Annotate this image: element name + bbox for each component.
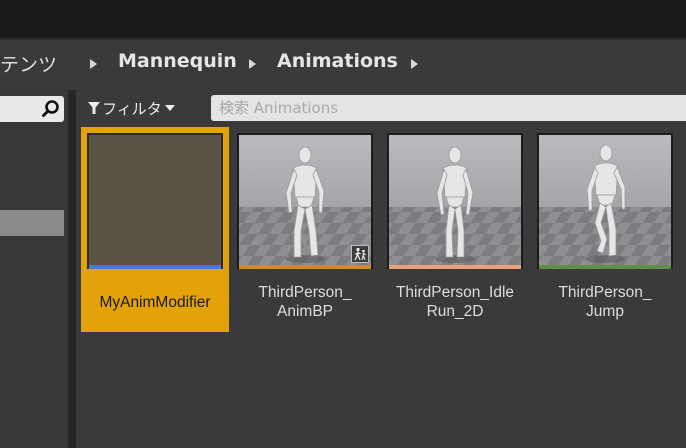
title-bar <box>0 0 686 38</box>
asset-thumbnail <box>89 135 221 267</box>
asset-thumbnail <box>539 135 671 267</box>
chevron-down-icon <box>164 105 175 111</box>
asset-label: MyAnimModifier <box>99 294 211 311</box>
filter-label: フィルタ <box>102 99 162 118</box>
asset-type-color-bar <box>89 265 221 269</box>
breadcrumb-arrow-icon[interactable] <box>249 59 256 69</box>
search-icon[interactable] <box>41 99 61 119</box>
breadcrumb-item-content[interactable]: テンツ <box>0 50 57 77</box>
folder-search-input[interactable] <box>0 96 64 122</box>
folder-tree-panel <box>0 90 68 448</box>
animation-blueprint-badge-icon <box>351 245 369 263</box>
asset-thumbnail <box>389 135 521 267</box>
asset-label: ThirdPerson_ AnimBP <box>258 284 352 320</box>
asset-label: ThirdPerson_ Jump <box>558 284 652 320</box>
asset-search-input[interactable] <box>211 95 686 121</box>
asset-tile-myanimmodifier[interactable]: MyAnimModifier <box>81 127 229 332</box>
asset-search-box[interactable] <box>211 95 686 121</box>
asset-tile-thirdperson-idlerun-2d[interactable]: ThirdPerson_Idle Run_2D <box>381 127 529 332</box>
filter-icon <box>88 102 100 114</box>
mannequin-thumbnail <box>389 135 521 267</box>
asset-tile-thirdperson-jump[interactable]: ThirdPerson_ Jump <box>531 127 679 332</box>
breadcrumb-item-mannequin[interactable]: Mannequin <box>118 50 237 72</box>
asset-type-color-bar <box>239 265 371 269</box>
folder-tree-selected-item[interactable] <box>0 210 64 236</box>
breadcrumb-item-animations[interactable]: Animations <box>277 50 398 72</box>
asset-type-color-bar <box>539 265 671 269</box>
breadcrumb-arrow-icon[interactable] <box>411 59 418 69</box>
asset-type-color-bar <box>389 265 521 269</box>
breadcrumb-arrow-icon[interactable] <box>90 59 97 69</box>
mannequin-thumbnail <box>539 135 671 267</box>
asset-tile-thirdperson-animbp[interactable]: ThirdPerson_ AnimBP <box>231 127 379 332</box>
asset-label: ThirdPerson_Idle Run_2D <box>395 284 515 320</box>
panel-splitter[interactable] <box>68 90 76 448</box>
asset-thumbnail <box>239 135 371 267</box>
filter-button[interactable]: フィルタ <box>88 96 175 120</box>
